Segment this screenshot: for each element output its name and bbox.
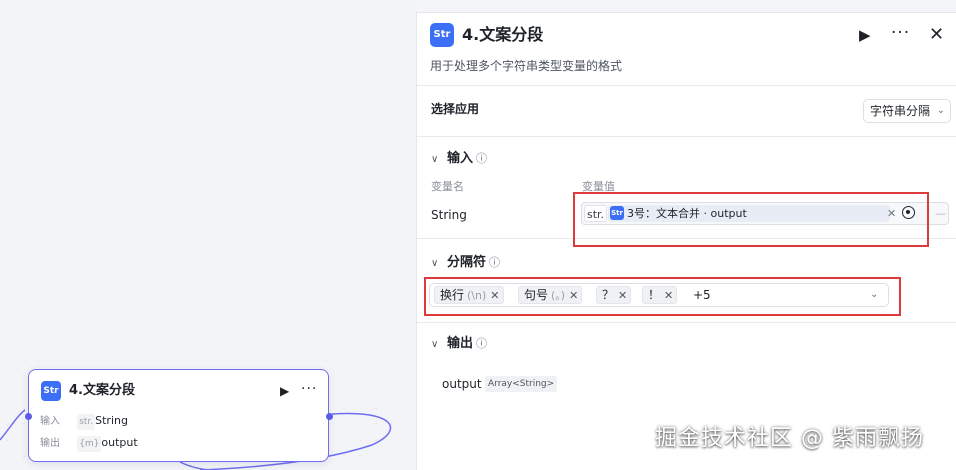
chevron-down-icon: ⌄ (936, 105, 945, 116)
output-var-name: output (442, 377, 482, 391)
node-output-label: 输出 (40, 438, 60, 449)
info-icon[interactable]: ⓘ (489, 256, 500, 269)
divider (417, 322, 956, 323)
node-input-label: 输入 (40, 416, 60, 427)
output-section-header[interactable]: ∨ 输出 ⓘ (431, 334, 487, 355)
select-app-dropdown[interactable]: 字符串分隔 ⌄ (863, 99, 951, 123)
node-input-row: 输入 str. String (40, 413, 128, 430)
play-icon[interactable]: ▶ (859, 23, 871, 47)
info-icon[interactable]: ⓘ (476, 337, 487, 350)
more-icon[interactable]: ··· (891, 21, 910, 45)
collapse-chevron-icon[interactable]: ∨ (431, 335, 447, 355)
separator-section-header[interactable]: ∨ 分隔符 ⓘ (431, 253, 500, 274)
select-app-label: 选择应用 (431, 102, 480, 116)
string-type-icon: str. (77, 414, 96, 430)
workflow-canvas[interactable]: Str 4.文案分段 ▶ ··· 输入 str. String 输出 {m} out… (0, 0, 416, 470)
edge-bottom (179, 461, 209, 470)
canvas-node-text-split[interactable]: Str 4.文案分段 ▶ ··· 输入 str. String 输出 {m} out… (25, 369, 333, 462)
column-header-name: 变量名 (431, 180, 464, 193)
separator-section-title: 分隔符 (447, 255, 487, 270)
collapse-chevron-icon[interactable]: ∨ (431, 254, 447, 274)
input-port[interactable] (25, 413, 32, 420)
panel-title[interactable]: 4.文案分段 (462, 23, 543, 47)
output-section-title: 输出 (447, 336, 474, 351)
close-icon[interactable]: ✕ (929, 23, 944, 47)
more-icon[interactable]: ··· (301, 379, 317, 399)
array-type-icon: {m} (77, 436, 102, 452)
string-node-icon: Str (430, 23, 454, 47)
input-section-title: 输入 (447, 151, 474, 166)
output-port[interactable] (326, 413, 333, 420)
divider (417, 85, 956, 86)
input-section-header[interactable]: ∨ 输入 ⓘ (431, 149, 487, 170)
watermark: 掘金技术社区 @ 紫雨飘扬 (655, 426, 924, 451)
panel-description: 用于处理多个字符串类型变量的格式 (430, 59, 623, 73)
play-icon[interactable]: ▶ (280, 381, 289, 401)
remove-row-icon[interactable]: — (935, 206, 946, 222)
highlight-box-separator (424, 277, 901, 316)
node-output-value: output (101, 436, 138, 449)
select-app-value: 字符串分隔 (870, 104, 931, 118)
divider (417, 136, 956, 137)
edge-in (0, 409, 26, 441)
input-var-name: String (431, 208, 467, 222)
highlight-box-input (573, 192, 929, 247)
info-icon[interactable]: ⓘ (476, 152, 487, 165)
node-input-value: String (95, 414, 128, 427)
collapse-chevron-icon[interactable]: ∨ (431, 150, 447, 170)
output-var-type: Array<String> (485, 376, 558, 392)
node-output-row: 输出 {m} output (40, 435, 138, 452)
string-node-icon: Str (41, 381, 61, 401)
node-title: 4.文案分段 (69, 383, 135, 398)
